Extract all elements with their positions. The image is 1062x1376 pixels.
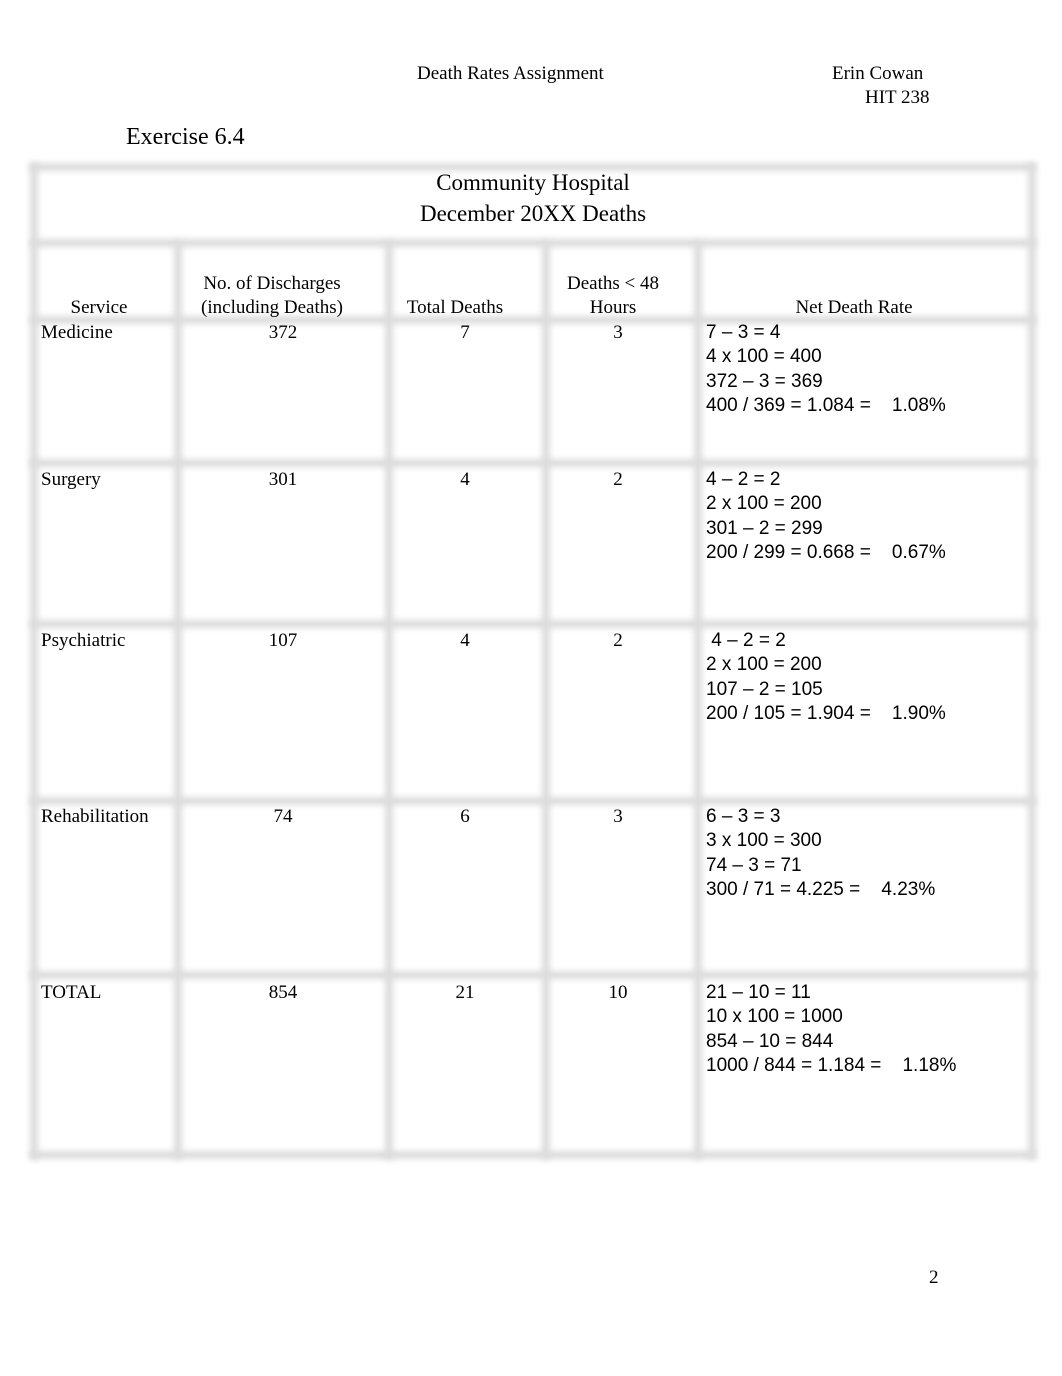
total-deaths-cell: 4: [460, 630, 470, 651]
calculation-line: 301 – 2 = 299: [706, 517, 823, 539]
exercise-label: Exercise 6.4: [126, 124, 245, 150]
column-divider: [174, 241, 182, 1159]
discharges-cell: 854: [268, 982, 298, 1003]
column-header-net-death-rate: Net Death Rate: [795, 297, 913, 318]
author-name: Erin Cowan: [832, 63, 924, 84]
column-header-total-deaths: Total Deaths: [406, 297, 504, 318]
calculation-line: 4 – 2 = 2: [706, 630, 786, 651]
service-cell: TOTAL: [41, 982, 102, 1003]
calculation-line: 7 – 3 = 4: [706, 322, 781, 343]
calculation-line: 4 x 100 = 400: [706, 346, 822, 368]
column-header-discharges-line2: (including Deaths): [201, 297, 343, 318]
table-border-right: [1028, 163, 1036, 1159]
column-header-deaths48-line1: Deaths < 48: [567, 273, 659, 294]
caption-period: December 20XX Deaths: [419, 201, 647, 226]
deaths-48h-cell: 10: [608, 982, 628, 1003]
table-caption: Community Hospital December 20XX Deaths: [30, 167, 1036, 229]
discharges-cell: 301: [268, 469, 298, 490]
caption-hospital: Community Hospital: [436, 170, 630, 195]
page-number: 2: [929, 1267, 939, 1288]
column-divider: [542, 241, 550, 1159]
calculation-line: 300 / 71 = 4.225 = 4.23%: [706, 878, 936, 900]
calculation-line: 3 x 100 = 300: [706, 830, 822, 852]
calculation-line: 2 x 100 = 200: [706, 654, 822, 676]
column-header-discharges: No. of Discharges (including Deaths): [180, 272, 364, 320]
discharges-cell: 107: [268, 630, 298, 651]
calculation-line: 10 x 100 = 1000: [706, 1006, 843, 1028]
total-deaths-cell: 6: [460, 806, 470, 827]
calculation-line: 6 – 3 = 3: [706, 806, 781, 827]
total-deaths-cell: 21: [455, 982, 475, 1003]
deaths-48h-cell: 2: [613, 630, 623, 651]
total-deaths-cell: 7: [460, 322, 470, 343]
death-rates-table: Community Hospital December 20XX Deaths …: [30, 163, 1036, 1161]
deaths-48h-cell: 3: [613, 322, 623, 343]
calculation-line: 1000 / 844 = 1.184 = 1.18%: [706, 1054, 957, 1076]
net-death-rate-cell: 6 – 3 = 3 3 x 100 = 300 74 – 3 = 71 300 / 7…: [706, 805, 935, 902]
column-header-deaths48-line2: Hours: [589, 297, 637, 318]
calculation-line: 2 x 100 = 200: [706, 493, 822, 515]
calculation-line: 200 / 299 = 0.668 = 0.67%: [706, 541, 946, 563]
column-header-deaths-48h: Deaths < 48 Hours: [548, 272, 678, 320]
discharges-cell: 372: [268, 322, 298, 343]
calculation-line: 107 – 2 = 105: [706, 678, 823, 700]
column-divider: [385, 241, 393, 1159]
course-code: HIT 238: [865, 87, 930, 108]
net-death-rate-cell: 4 – 2 = 2 2 x 100 = 200 301 – 2 = 299 200 /…: [706, 468, 946, 565]
calculation-line: 4 – 2 = 2: [706, 469, 781, 490]
service-cell: Medicine: [41, 322, 113, 343]
column-header-service: Service: [70, 297, 128, 318]
total-deaths-cell: 4: [460, 469, 470, 490]
calculation-line: 200 / 105 = 1.904 = 1.90%: [706, 702, 946, 724]
deaths-48h-cell: 3: [613, 806, 623, 827]
calculation-line: 400 / 369 = 1.084 = 1.08%: [706, 394, 946, 416]
calculation-line: 854 – 10 = 844: [706, 1030, 834, 1052]
calculation-line: 372 – 3 = 369: [706, 370, 823, 392]
net-death-rate-cell: 7 – 3 = 4 4 x 100 = 400 372 – 3 = 369 400 /…: [706, 321, 946, 418]
net-death-rate-cell: 4 – 2 = 2 2 x 100 = 200 107 – 2 = 105 200 /…: [706, 629, 946, 726]
table-border-left: [30, 163, 38, 1159]
column-header-discharges-line1: No. of Discharges: [203, 273, 341, 294]
document-title: Death Rates Assignment: [417, 63, 604, 84]
service-cell: Rehabilitation: [41, 806, 149, 827]
service-cell: Psychiatric: [41, 630, 126, 651]
net-death-rate-cell: 21 – 10 = 11 10 x 100 = 1000 854 – 10 = 84…: [706, 981, 956, 1078]
calculation-line: 21 – 10 = 11: [706, 982, 811, 1003]
deaths-48h-cell: 2: [613, 469, 623, 490]
discharges-cell: 74: [273, 806, 293, 827]
service-cell: Surgery: [41, 469, 101, 490]
column-divider: [694, 241, 702, 1159]
calculation-line: 74 – 3 = 71: [706, 854, 802, 876]
